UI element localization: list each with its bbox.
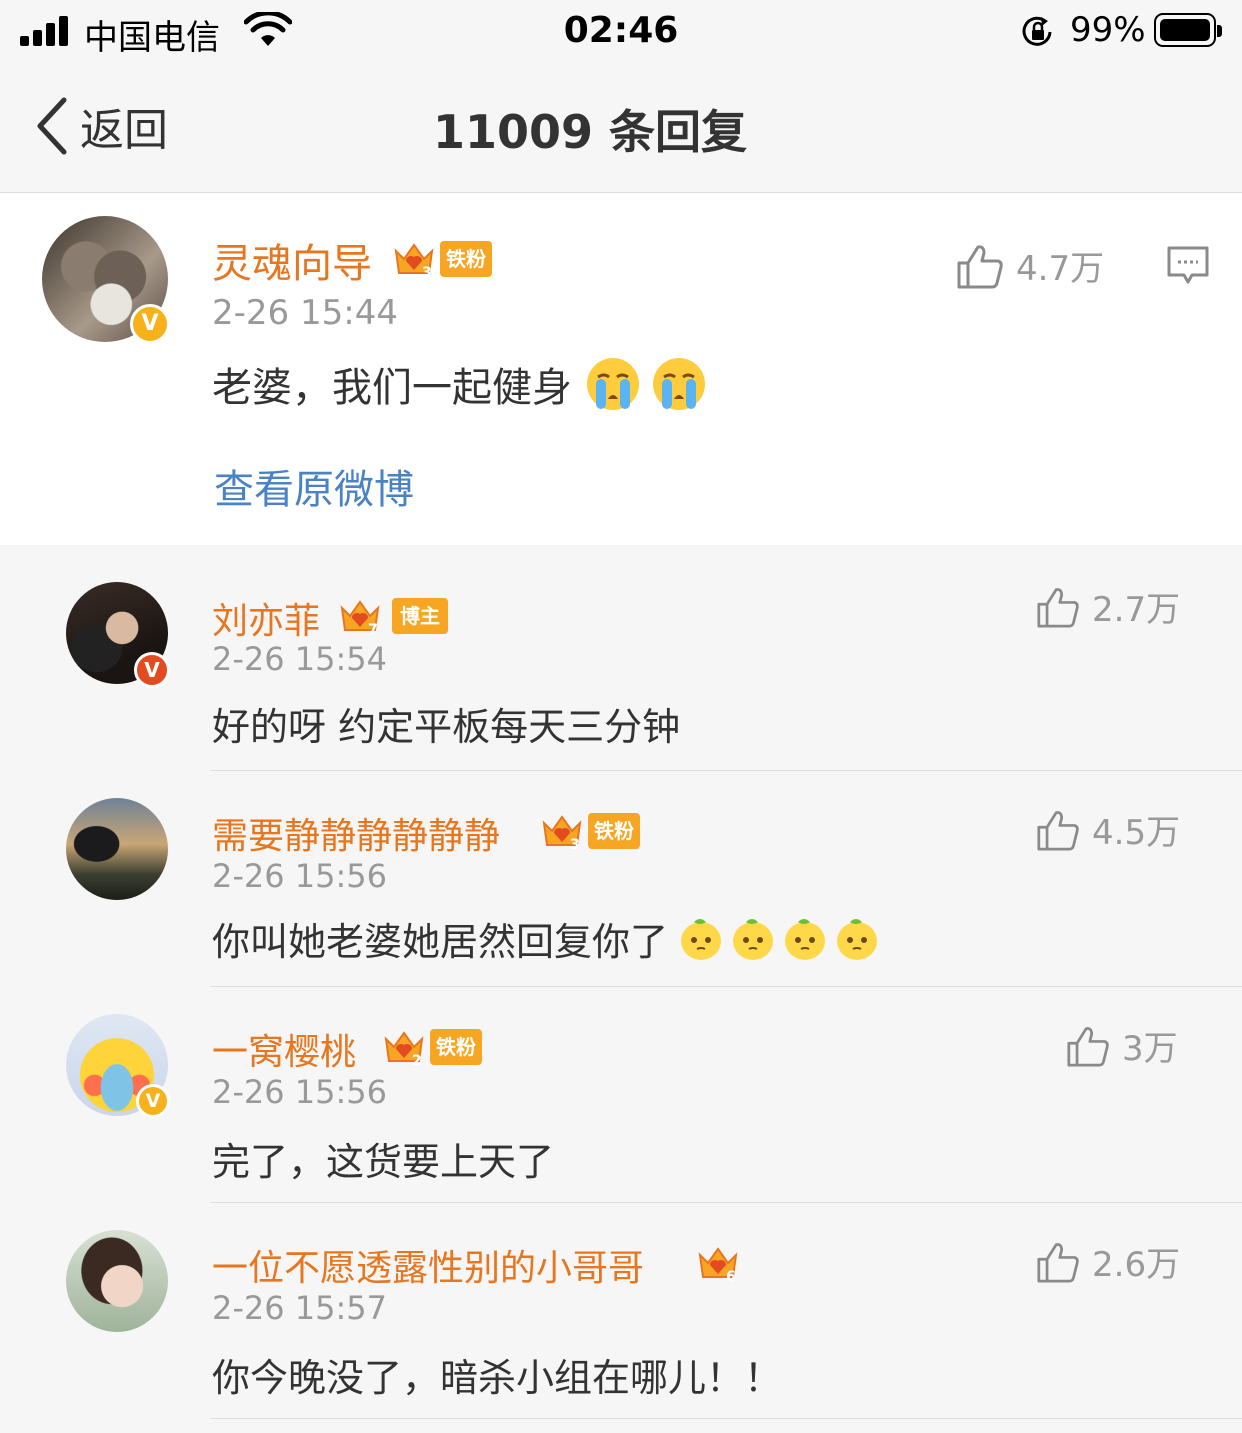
verified-badge-icon: V [134,652,170,688]
avatar[interactable]: V [66,1014,170,1118]
comment-text-row: 你叫她老婆她居然回复你了 [212,911,880,966]
blogger-tag: 博主 [392,598,448,634]
reply-item: V 刘亦菲 7 博主 2-26 15:54 好的呀 约定平板每天三分钟 2.7万 [0,546,1242,771]
comment-text-row: 你今晚没了，暗杀小组在哪儿！！ [212,1347,782,1402]
verified-badge-icon: V [136,1084,170,1118]
thumbs-up-icon [1037,1242,1079,1283]
comment-text-row: 老婆，我们一起健身 [212,355,708,413]
fan-tag: 铁粉 [430,1029,482,1065]
crown-level-icon: 3 [542,815,582,851]
comment-time: 2-26 15:57 [212,1289,388,1327]
comment-text: 你今晚没了，暗杀小组在哪儿！！ [212,1356,783,1400]
comment-author[interactable]: 刘亦菲 [212,592,320,644]
comment-text: 你叫她老婆她居然回复你了 [212,920,669,964]
comment-text: 完了，这货要上天了 [212,1140,555,1184]
crown-level-icon: 3 [394,243,434,279]
crown-level: 3 [422,265,432,279]
lemon-face-icon [681,918,722,960]
like-count: 2.6万 [1092,1245,1181,1285]
comment-author[interactable]: 一位不愿透露性别的小哥哥 [212,1239,644,1291]
crown-level-icon: 7 [340,600,380,636]
avatar[interactable]: V [42,216,170,344]
comment-time: 2-26 15:44 [212,293,398,333]
lemon-face-icon [837,918,878,960]
comment-time: 2-26 15:56 [212,1073,388,1111]
fan-tag: 铁粉 [588,813,640,849]
reply-item: 需要静静静静静静 3 铁粉 2-26 15:56 你叫她老婆她居然回复你了 4.… [0,771,1242,987]
battery-icon [1154,13,1222,47]
crown-level-icon: 6 [698,1247,738,1283]
reply-item: 一位不愿透露性别的小哥哥 6 2-26 15:57 你今晚没了，暗杀小组在哪儿！… [0,1203,1242,1419]
comment-reply-icon[interactable] [1166,245,1210,287]
root-comment: V 灵魂向导 3 铁粉 2-26 15:44 老婆，我们一起健身 查看原微博 4… [0,193,1242,545]
crown-level: 7 [368,622,378,636]
like-count: 4.5万 [1092,813,1181,853]
comment-author[interactable]: 一窝樱桃 [212,1023,356,1075]
like-button[interactable]: 4.7万 [956,241,1104,290]
like-count: 3万 [1122,1029,1178,1069]
reply-item: V 一窝樱桃 2 铁粉 2-26 15:56 完了，这货要上天了 3万 [0,987,1242,1203]
verified-badge-icon: V [130,304,170,344]
crown-level: 2 [412,1053,422,1067]
like-button[interactable]: 2.6万 [1036,1237,1180,1286]
comment-time: 2-26 15:56 [212,857,388,895]
comment-time: 2-26 15:54 [212,640,388,678]
thumbs-up-icon [1067,1026,1109,1067]
view-original-link[interactable]: 查看原微博 [214,457,414,515]
crown-level: 3 [570,837,580,851]
battery-percent: 99% [1070,10,1146,50]
like-count: 4.7万 [1016,249,1105,289]
comment-text-row: 完了，这货要上天了 [212,1131,554,1186]
lemon-face-icon [733,918,774,960]
divider [210,1418,1242,1419]
comment-author[interactable]: 需要静静静静静静 [212,807,500,859]
like-count: 2.7万 [1092,590,1181,630]
fan-tag: 铁粉 [440,241,492,277]
avatar[interactable]: V [66,582,170,688]
crown-level: 6 [726,1269,736,1283]
thumbs-up-icon [957,244,1003,288]
thumbs-up-icon [1037,587,1079,628]
nav-bar: 返回 11009 条回复 [0,62,1242,193]
status-bar: 中国电信 02:46 99% [0,0,1242,62]
comment-author[interactable]: 灵魂向导 [212,231,372,289]
comment-text: 老婆，我们一起健身 [212,365,572,411]
like-button[interactable]: 4.5万 [1036,805,1180,854]
comment-text: 好的呀 约定平板每天三分钟 [212,705,681,749]
crying-face-icon [653,358,705,410]
rotation-lock-icon [1022,16,1052,46]
like-button[interactable]: 3万 [1066,1021,1178,1070]
crown-level-icon: 2 [384,1031,424,1067]
comment-text-row: 好的呀 约定平板每天三分钟 [212,696,680,751]
avatar[interactable] [66,1230,168,1332]
crying-face-icon [587,358,639,410]
thumbs-up-icon [1037,810,1079,851]
lemon-face-icon [785,918,826,960]
page-title: 11009 条回复 [432,105,748,159]
avatar[interactable] [66,798,168,900]
like-button[interactable]: 2.7万 [1036,582,1180,631]
